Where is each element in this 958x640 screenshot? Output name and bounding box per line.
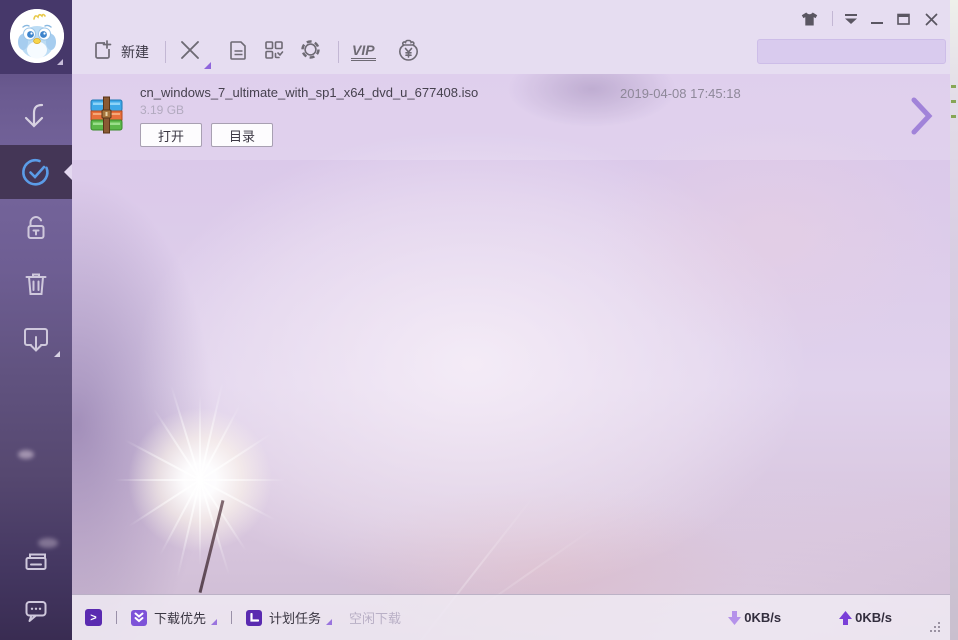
window-controls-separator xyxy=(832,11,833,26)
desktop-artifact xyxy=(951,85,956,88)
money-bag-icon xyxy=(396,38,421,67)
check-circle-icon xyxy=(20,156,52,188)
open-file-button[interactable]: 打开 xyxy=(140,123,202,147)
scheduled-task-label: 计划任务 xyxy=(269,608,321,627)
vip-badge-icon: VIP xyxy=(351,43,376,61)
logo-dropdown-triangle xyxy=(57,59,63,65)
down-arrow-icon xyxy=(728,611,741,625)
maximize-button[interactable] xyxy=(892,8,914,30)
minimize-button[interactable] xyxy=(866,8,888,30)
new-task-button[interactable]: 新建 xyxy=(92,39,149,66)
task-size: 3.19 GB xyxy=(140,103,184,117)
sidebar-item-private-space[interactable] xyxy=(0,211,72,245)
report-button[interactable] xyxy=(228,39,249,66)
collapse-chevron-icon xyxy=(843,13,859,26)
trash-icon xyxy=(22,269,50,299)
app-window: 新建 xyxy=(0,0,958,640)
vip-button[interactable]: VIP xyxy=(351,43,376,61)
schedule-dropdown-triangle xyxy=(326,619,332,625)
sidebar-item-feedback[interactable] xyxy=(0,595,72,627)
scheduled-task-button[interactable]: 计划任务 xyxy=(246,608,332,627)
sidebar-item-downloading[interactable] xyxy=(0,101,72,135)
light-glint xyxy=(18,450,34,459)
close-button[interactable] xyxy=(920,8,942,30)
qrcode-grid-icon xyxy=(263,39,285,66)
search-input[interactable] xyxy=(758,40,946,63)
task-filename: cn_windows_7_ultimate_with_sp1_x64_dvd_u… xyxy=(140,85,478,100)
resize-grip[interactable] xyxy=(928,620,940,632)
sidebar-item-remote-download[interactable] xyxy=(0,322,72,358)
toolbar-separator xyxy=(165,41,166,63)
bird-mascot-icon xyxy=(10,9,64,63)
chat-bubble-icon xyxy=(22,597,50,625)
app-logo-area xyxy=(0,0,72,74)
sidebar-item-trash[interactable] xyxy=(0,267,72,301)
new-task-label: 新建 xyxy=(121,42,149,62)
download-priority-button[interactable]: 下载优先 xyxy=(131,608,217,627)
download-arrow-icon xyxy=(21,102,51,134)
delete-x-icon xyxy=(178,38,202,67)
mini-mode-button[interactable] xyxy=(840,8,862,30)
search-box xyxy=(757,39,946,64)
printer-icon xyxy=(22,550,50,576)
sidebar-item-completed[interactable] xyxy=(0,145,72,199)
priority-dropdown-triangle xyxy=(211,619,217,625)
delete-task-button[interactable] xyxy=(178,38,202,67)
recharge-button[interactable] xyxy=(396,38,421,67)
desktop-artifact xyxy=(951,115,956,118)
clock-hands-icon xyxy=(246,610,262,626)
desktop-artifact xyxy=(951,100,956,103)
minimize-icon xyxy=(871,13,883,25)
upload-speed-value: 0KB/s xyxy=(855,610,892,625)
download-priority-label: 下载优先 xyxy=(154,608,206,627)
unlock-icon xyxy=(22,213,50,243)
download-speed: 0KB/s xyxy=(728,610,781,625)
download-speed-value: 0KB/s xyxy=(744,610,781,625)
desktop-edge-strip xyxy=(950,0,958,640)
task-row[interactable]: cn_windows_7_ultimate_with_sp1_x64_dvd_u… xyxy=(72,74,950,160)
gear-icon xyxy=(299,38,322,66)
idle-download-option[interactable]: 空闲下载 xyxy=(349,608,401,627)
open-folder-button[interactable]: 目录 xyxy=(211,123,273,147)
sidebar-item-printer[interactable] xyxy=(0,547,72,579)
up-arrow-icon xyxy=(839,611,852,625)
priority-double-chevron-icon xyxy=(131,610,147,626)
new-task-icon xyxy=(92,39,114,66)
app-logo-avatar[interactable] xyxy=(10,9,64,63)
sparkler-glow xyxy=(90,370,310,590)
submenu-triangle xyxy=(54,351,60,357)
task-expand-chevron[interactable] xyxy=(910,96,934,141)
delete-dropdown-triangle xyxy=(204,62,211,69)
selected-item-pointer xyxy=(64,164,72,180)
maximize-icon xyxy=(897,13,910,25)
winrar-archive-icon xyxy=(89,93,125,140)
toolbar: 新建 xyxy=(72,0,950,74)
status-bar: > 下载优先 计划任务 xyxy=(72,594,950,640)
toolbar-separator xyxy=(338,41,339,63)
task-completed-time: 2019-04-08 17:45:18 xyxy=(620,86,741,101)
upload-speed: 0KB/s xyxy=(839,610,892,625)
document-icon xyxy=(228,39,249,66)
device-download-icon xyxy=(21,324,51,356)
content-background-photo: cn_windows_7_ultimate_with_sp1_x64_dvd_u… xyxy=(72,74,950,640)
expand-panel-button[interactable]: > xyxy=(85,609,102,626)
statusbar-separator xyxy=(231,611,232,624)
statusbar-separator xyxy=(116,611,117,624)
settings-button[interactable] xyxy=(299,38,322,66)
sidebar xyxy=(0,0,72,640)
close-icon xyxy=(925,13,938,26)
qrcode-button[interactable] xyxy=(263,39,285,66)
shirt-icon xyxy=(801,12,818,27)
change-skin-button[interactable] xyxy=(798,8,820,30)
